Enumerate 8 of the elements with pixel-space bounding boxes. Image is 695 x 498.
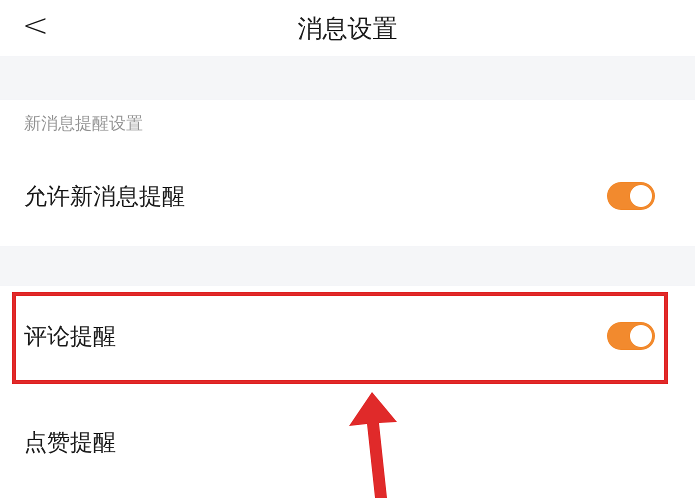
toggle-switch[interactable] <box>607 322 655 350</box>
section-label: 新消息提醒设置 <box>24 112 143 134</box>
setting-label: 允许新消息提醒 <box>24 182 185 212</box>
page-title: 消息设置 <box>298 12 398 44</box>
setting-label: 评论提醒 <box>24 322 116 352</box>
setting-label: 点赞提醒 <box>24 428 116 458</box>
toggle-switch[interactable] <box>607 182 655 210</box>
back-button[interactable]: < <box>22 6 49 44</box>
